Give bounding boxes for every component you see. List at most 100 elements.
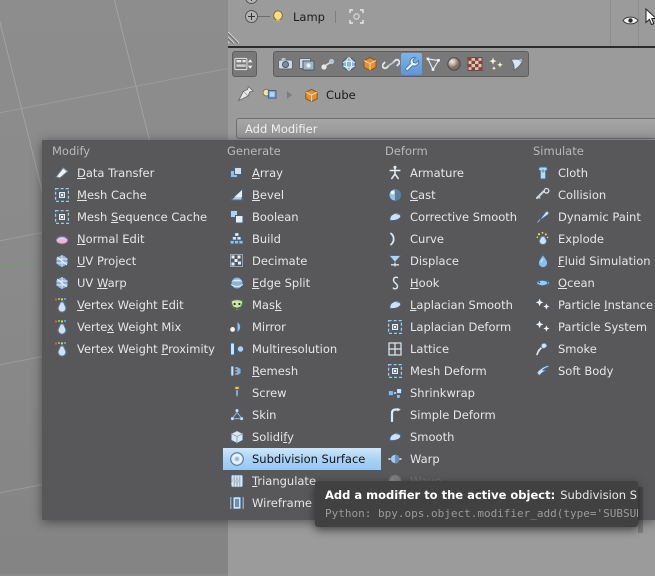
menu-item-label: Particle Instance (558, 298, 654, 312)
properties-context-tabs[interactable] (273, 51, 529, 77)
menu-item-mesh-deform[interactable]: Mesh Deform (385, 360, 533, 382)
tab-particles[interactable] (485, 53, 506, 75)
tab-modifiers[interactable] (401, 53, 422, 75)
menu-item-screw[interactable]: Screw (227, 382, 385, 404)
menu-item-lattice[interactable]: Lattice (385, 338, 533, 360)
menu-item-vertex-weight-mix[interactable]: Vertex Weight Mix (52, 316, 227, 338)
menu-item-label: Vertex Weight Proximity (77, 342, 215, 356)
curve-icon (385, 230, 405, 248)
menu-item-warp[interactable]: Warp (385, 448, 533, 470)
expand-icon[interactable] (245, 0, 258, 4)
menu-item-multiresolution[interactable]: Multiresolution (227, 338, 385, 360)
menu-item-cloth[interactable]: Cloth (533, 162, 655, 184)
menu-item-laplacian-smooth[interactable]: Laplacian Smooth (385, 294, 533, 316)
menu-item-label: Displace (410, 254, 459, 268)
menu-item-cast[interactable]: Cast (385, 184, 533, 206)
add-modifier-button[interactable]: Add Modifier (236, 118, 655, 139)
tab-constraints[interactable] (380, 53, 401, 75)
menu-item-laplacian-deform[interactable]: Laplacian Deform (385, 316, 533, 338)
breadcrumb-object[interactable]: Cube (303, 87, 356, 104)
menu-item-mask[interactable]: Mask (227, 294, 385, 316)
hook-icon (385, 274, 405, 292)
menu-item-mesh-sequence-cache[interactable]: Mesh Sequence Cache (52, 206, 227, 228)
menu-item-label: Array (252, 166, 283, 180)
menu-item-smooth[interactable]: Smooth (385, 426, 533, 448)
menu-item-uv-project[interactable]: UV Project (52, 250, 227, 272)
menu-item-ocean[interactable]: Ocean (533, 272, 655, 294)
menu-item-decimate[interactable]: Decimate (227, 250, 385, 272)
menu-item-label: Corrective Smooth (410, 210, 518, 224)
screw-icon (227, 384, 247, 402)
tab-render[interactable] (275, 53, 296, 75)
menu-item-edge-split[interactable]: Edge Split (227, 272, 385, 294)
menu-item-particle-system[interactable]: Particle System (533, 316, 655, 338)
tab-material[interactable] (443, 53, 464, 75)
menu-item-uv-warp[interactable]: UV Warp (52, 272, 227, 294)
pin-icon[interactable] (237, 85, 255, 106)
menu-item-dynamic-paint[interactable]: Dynamic Paint (533, 206, 655, 228)
soft-body-icon (533, 362, 553, 380)
menu-item-label: Laplacian Smooth (410, 298, 513, 312)
mask-icon (227, 296, 247, 314)
menu-item-mirror[interactable]: Mirror (227, 316, 385, 338)
cast-icon (385, 186, 405, 204)
menu-item-displace[interactable]: Displace (385, 250, 533, 272)
properties-tab-bar[interactable] (228, 51, 655, 77)
menu-item-simple-deform[interactable]: Simple Deform (385, 404, 533, 426)
outliner-row-lamp[interactable]: Lamp (228, 6, 655, 27)
tab-scene[interactable] (317, 53, 338, 75)
menu-item-smoke[interactable]: Smoke (533, 338, 655, 360)
menu-item-data-transfer[interactable]: Data Transfer (52, 162, 227, 184)
tab-render-layers[interactable] (296, 53, 317, 75)
menu-item-shrinkwrap[interactable]: Shrinkwrap (385, 382, 533, 404)
menu-item-armature[interactable]: Armature (385, 162, 533, 184)
menu-item-solidify[interactable]: Solidify (227, 426, 385, 448)
outliner-separator (334, 10, 336, 23)
menu-item-mesh-cache[interactable]: Mesh Cache (52, 184, 227, 206)
breadcrumb[interactable]: Cube (228, 82, 655, 108)
tooltip-value: Subdivision Surface (560, 488, 638, 502)
menu-item-skin[interactable]: Skin (227, 404, 385, 426)
menu-item-label: Bevel (252, 188, 285, 202)
menu-item-normal-edit[interactable]: Normal Edit (52, 228, 227, 250)
eye-icon[interactable] (622, 11, 639, 25)
mouse-cursor-icon (645, 7, 655, 30)
menu-item-label: Normal Edit (77, 232, 145, 246)
menu-item-corrective-smooth[interactable]: Corrective Smooth (385, 206, 533, 228)
menu-item-label: Vertex Weight Edit (77, 298, 184, 312)
triangulate-icon (227, 472, 247, 490)
tab-object-data[interactable] (422, 53, 443, 75)
menu-item-vertex-weight-edit[interactable]: Vertex Weight Edit (52, 294, 227, 316)
menu-item-label: Curve (410, 232, 444, 246)
outliner-editor[interactable]: Lamp (227, 0, 655, 46)
menu-item-particle-instance[interactable]: Particle Instance (533, 294, 655, 316)
tab-world[interactable] (338, 53, 359, 75)
menu-item-curve[interactable]: Curve (385, 228, 533, 250)
menu-item-array[interactable]: Array (227, 162, 385, 184)
menu-item-build[interactable]: Build (227, 228, 385, 250)
menu-item-vertex-weight-proximity[interactable]: Vertex Weight Proximity (52, 338, 227, 360)
browse-object-icon[interactable] (261, 85, 279, 106)
editor-type-icon[interactable] (234, 53, 255, 75)
menu-item-label: Lattice (410, 342, 450, 356)
menu-item-boolean[interactable]: Boolean (227, 206, 385, 228)
tab-physics[interactable] (506, 53, 527, 75)
expand-icon[interactable] (245, 10, 258, 23)
menu-item-bevel[interactable]: Bevel (227, 184, 385, 206)
menu-item-explode[interactable]: Explode (533, 228, 655, 250)
add-modifier-menu[interactable]: Modify Data Transfer Mesh Cache Mesh Sequen… (42, 140, 655, 520)
tab-texture[interactable] (464, 53, 485, 75)
mesh-cache-icon (52, 186, 72, 204)
menu-item-fluid-simulation[interactable]: Fluid Simulation (533, 250, 655, 272)
menu-item-subdivision-surface[interactable]: Subdivision Surface (223, 448, 381, 470)
menu-item-label: Decimate (252, 254, 308, 268)
area-corner-grip[interactable] (227, 28, 244, 45)
menu-item-soft-body[interactable]: Soft Body (533, 360, 655, 382)
menu-item-hook[interactable]: Hook (385, 272, 533, 294)
menu-item-remesh[interactable]: Remesh (227, 360, 385, 382)
bevel-icon (227, 186, 247, 204)
menu-item-collision[interactable]: Collision (533, 184, 655, 206)
tab-object[interactable] (359, 53, 380, 75)
editor-type-group[interactable] (232, 51, 257, 77)
select-box-icon[interactable] (348, 8, 365, 25)
